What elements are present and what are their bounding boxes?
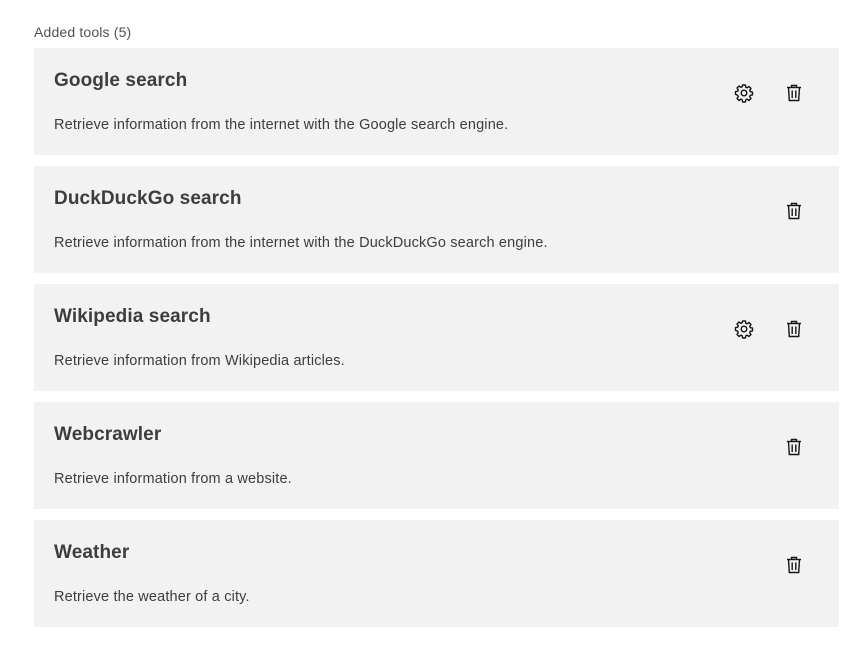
trash-icon <box>787 556 801 574</box>
trash-icon <box>787 438 801 456</box>
tool-description: Retrieve information from Wikipedia arti… <box>54 353 345 369</box>
gear-icon <box>734 320 754 339</box>
tool-list: Google search Retrieve information from … <box>34 48 839 638</box>
tool-title: Webcrawler <box>54 424 162 445</box>
trash-icon <box>787 84 801 102</box>
trash-icon <box>787 320 801 338</box>
trash-icon <box>787 202 801 220</box>
delete-button[interactable] <box>778 549 810 581</box>
settings-button[interactable] <box>728 77 760 109</box>
tool-title: Wikipedia search <box>54 306 211 327</box>
tool-card-webcrawler: Webcrawler Retrieve information from a w… <box>34 402 839 509</box>
tool-title: Google search <box>54 70 188 91</box>
tool-description: Retrieve information from the internet w… <box>54 117 509 133</box>
delete-button[interactable] <box>778 313 810 345</box>
tool-card-wikipedia-search: Wikipedia search Retrieve information fr… <box>34 284 839 391</box>
delete-button[interactable] <box>778 77 810 109</box>
tool-description: Retrieve information from the internet w… <box>54 235 548 251</box>
tool-card-weather: Weather Retrieve the weather of a city. <box>34 520 839 627</box>
added-tools-label: Added tools (5) <box>34 24 132 40</box>
gear-icon <box>734 84 754 103</box>
delete-button[interactable] <box>778 431 810 463</box>
tool-description: Retrieve the weather of a city. <box>54 589 250 605</box>
tool-card-duckduckgo-search: DuckDuckGo search Retrieve information f… <box>34 166 839 273</box>
tool-description: Retrieve information from a website. <box>54 471 292 487</box>
settings-button[interactable] <box>728 313 760 345</box>
tool-title: DuckDuckGo search <box>54 188 242 209</box>
tool-card-google-search: Google search Retrieve information from … <box>34 48 839 155</box>
delete-button[interactable] <box>778 195 810 227</box>
tool-title: Weather <box>54 542 130 563</box>
